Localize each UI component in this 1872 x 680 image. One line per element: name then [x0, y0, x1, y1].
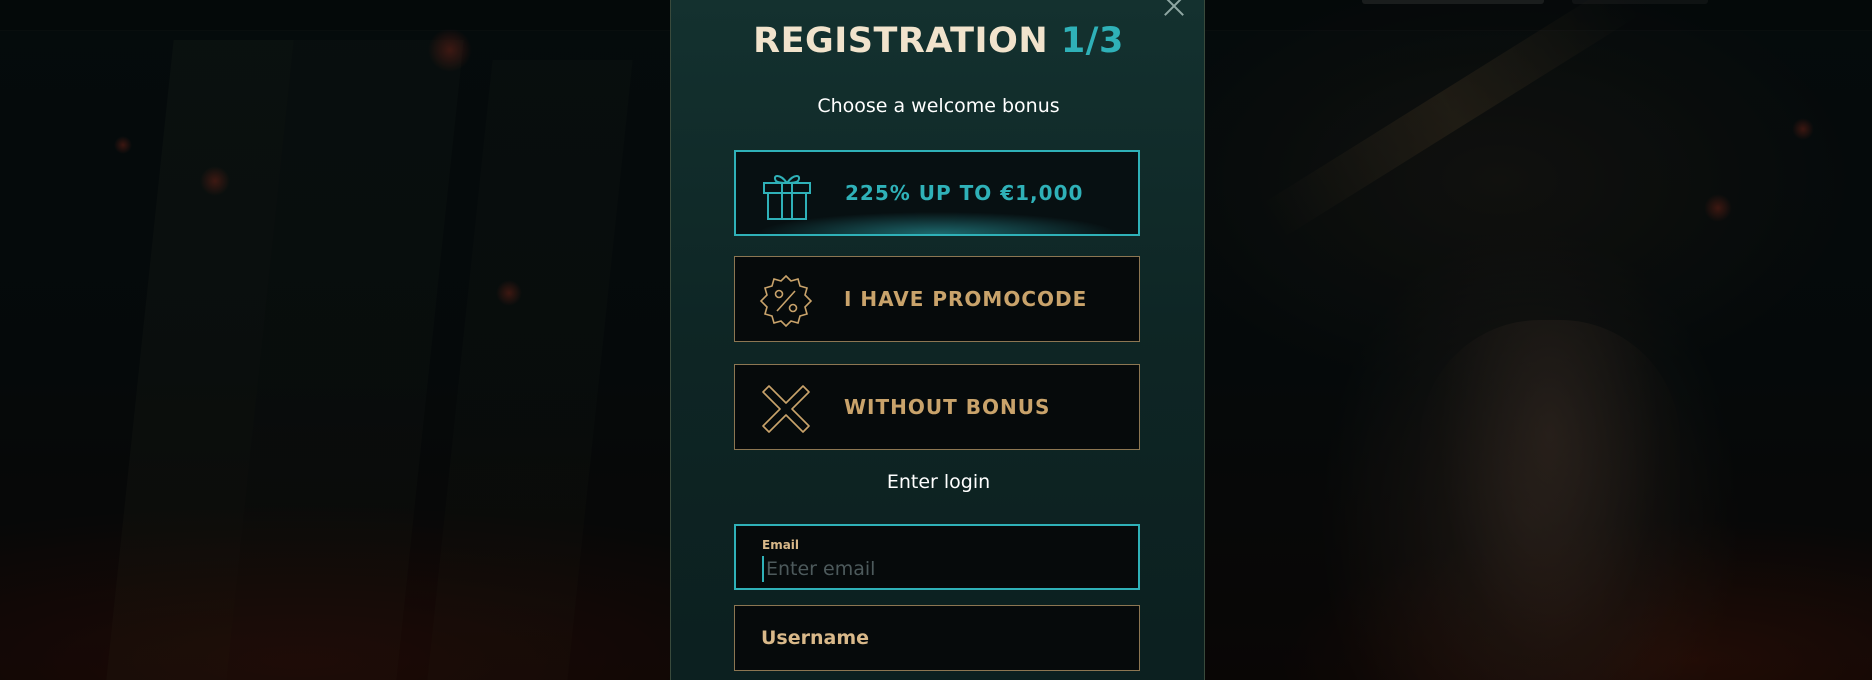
- bonus-option-label: 225% UP TO €1,000: [845, 181, 1084, 205]
- step-indicator: 1/3: [1060, 21, 1124, 61]
- bonus-option-225-percent[interactable]: 225% UP TO €1,000: [734, 150, 1140, 236]
- email-field[interactable]: Email: [734, 524, 1140, 590]
- close-icon[interactable]: [1161, 0, 1187, 19]
- login-section-heading: Enter login: [886, 471, 991, 493]
- bonus-option-without-bonus[interactable]: WITHOUT BONUS: [734, 364, 1140, 450]
- email-input[interactable]: [762, 556, 1116, 582]
- page-background: REGISTRATION 1/3 Choose a welcome bonus …: [0, 0, 1872, 680]
- registration-modal: REGISTRATION 1/3 Choose a welcome bonus …: [670, 0, 1205, 680]
- x-cross-icon: [762, 385, 810, 433]
- percent-badge-icon: [759, 274, 813, 328]
- email-field-label: Email: [762, 538, 800, 552]
- bonus-option-label: I HAVE PROMOCODE: [844, 287, 1088, 311]
- username-placeholder[interactable]: Username: [761, 606, 869, 670]
- title-text: REGISTRATION: [753, 21, 1049, 61]
- bonus-section-heading: Choose a welcome bonus: [817, 95, 1060, 117]
- bonus-option-promocode[interactable]: I HAVE PROMOCODE: [734, 256, 1140, 342]
- gift-icon: [763, 175, 811, 220]
- modal-title: REGISTRATION 1/3: [671, 21, 1206, 61]
- username-field[interactable]: Username: [734, 605, 1140, 671]
- bonus-option-label: WITHOUT BONUS: [844, 395, 1051, 419]
